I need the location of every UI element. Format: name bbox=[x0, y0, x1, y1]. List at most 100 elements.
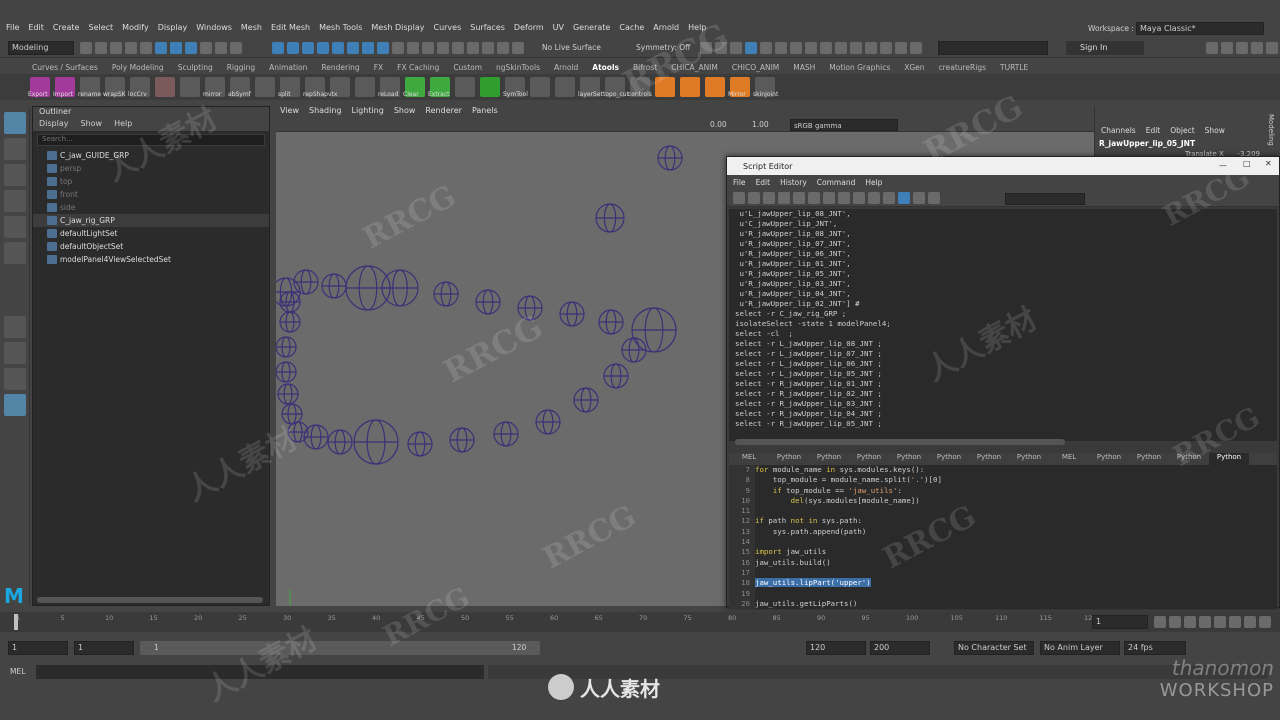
script-menu-file[interactable]: File bbox=[733, 178, 746, 187]
select-hierarchy-icon[interactable] bbox=[155, 42, 167, 54]
shelf-tab-turtle[interactable]: TURTLE bbox=[1000, 63, 1028, 72]
shelf-tab-fx-caching[interactable]: FX Caching bbox=[397, 63, 439, 72]
script-tab-python[interactable]: Python bbox=[1129, 453, 1169, 465]
colorspace-dropdown[interactable]: sRGB gamma bbox=[790, 119, 898, 131]
range-bar[interactable]: 1 120 bbox=[140, 641, 540, 655]
outliner-item-modelpanel4viewselectedset[interactable]: modelPanel4ViewSelectedSet bbox=[33, 253, 269, 266]
viewport-menu-panels[interactable]: Panels bbox=[472, 106, 498, 118]
end-time-field[interactable]: 200 bbox=[870, 641, 930, 655]
shelf-button-export[interactable]: Export bbox=[28, 77, 50, 98]
script-tab-python[interactable]: Python bbox=[849, 453, 889, 465]
single-view-icon[interactable] bbox=[4, 316, 26, 338]
outliner-item-side[interactable]: side bbox=[33, 201, 269, 214]
shelf-tab-rendering[interactable]: Rendering bbox=[321, 63, 359, 72]
shelf-tab-fx[interactable]: FX bbox=[374, 63, 383, 72]
script-history-output[interactable]: u'L_jawUpper_lip_08_JNT', u'C_jawUpper_l… bbox=[729, 209, 1277, 441]
shelf-tab-mash[interactable]: MASH bbox=[793, 63, 815, 72]
channel-menu-edit[interactable]: Edit bbox=[1146, 126, 1161, 135]
snap-grid-icon[interactable] bbox=[200, 42, 212, 54]
shelf-tab-animation[interactable]: Animation bbox=[269, 63, 307, 72]
shelf-button-import[interactable]: Import bbox=[53, 77, 75, 98]
menu-modify[interactable]: Modify bbox=[122, 23, 149, 32]
menu-curves[interactable]: Curves bbox=[433, 23, 461, 32]
time-slider[interactable]: 1 5 10 15 20 25 30 35 40 45 50 55 60 65 70 75 80 85 90 95 10… bbox=[0, 612, 1280, 632]
shelf-button-symtool[interactable]: SymTool bbox=[503, 77, 528, 98]
menu-surfaces[interactable]: Surfaces bbox=[470, 23, 505, 32]
shelf-tab-chica-anim[interactable]: CHICA_ANIM bbox=[671, 63, 718, 72]
outliner-search-input[interactable]: Search... bbox=[37, 134, 265, 146]
viewport-menu-view[interactable]: View bbox=[280, 106, 299, 118]
shelf-button-9[interactable] bbox=[255, 77, 275, 97]
outliner-item-c-jaw-rig-grp[interactable]: C_jaw_rig_GRP bbox=[33, 214, 269, 227]
shelf-tab-rigging[interactable]: Rigging bbox=[227, 63, 255, 72]
outliner-layout-icon[interactable] bbox=[4, 394, 26, 416]
shelf-button-layerset[interactable]: layerSet bbox=[578, 77, 603, 98]
select-component-icon[interactable] bbox=[185, 42, 197, 54]
shelf-tab-atools[interactable]: Atools bbox=[592, 63, 619, 72]
script-tab-python[interactable]: Python bbox=[1209, 453, 1249, 465]
shelf-button-mirror[interactable]: mirror bbox=[203, 77, 225, 98]
script-tab-python[interactable]: Python bbox=[1169, 453, 1209, 465]
script-tab-python[interactable]: Python bbox=[929, 453, 969, 465]
character-set-dropdown[interactable]: No Character Set bbox=[954, 641, 1034, 655]
menu-generate[interactable]: Generate bbox=[573, 23, 610, 32]
shelf-button-clear[interactable]: Clear bbox=[403, 77, 425, 98]
redo-icon[interactable] bbox=[140, 42, 152, 54]
menu-mesh-display[interactable]: Mesh Display bbox=[371, 23, 424, 32]
script-input-editor[interactable]: 7 for module_name in sys.modules.keys(): 8… bbox=[729, 465, 1277, 609]
symmetry-label[interactable]: Symmetry: Off bbox=[636, 43, 690, 52]
menu-help[interactable]: Help bbox=[688, 23, 706, 32]
shelf-tab-custom[interactable]: Custom bbox=[453, 63, 482, 72]
open-scene-icon[interactable] bbox=[95, 42, 107, 54]
rotate-tool-icon[interactable] bbox=[4, 216, 26, 238]
step-back-key-icon[interactable] bbox=[1184, 616, 1196, 628]
shelf-tab-creaturerigs[interactable]: creatureRigs bbox=[939, 63, 986, 72]
paint-select-tool-icon[interactable] bbox=[4, 164, 26, 186]
script-menu-edit[interactable]: Edit bbox=[756, 178, 771, 187]
menu-edit[interactable]: Edit bbox=[28, 23, 44, 32]
shelf-tab-bifrost[interactable]: Bifrost bbox=[633, 63, 657, 72]
shelf-button-27[interactable] bbox=[705, 77, 725, 97]
script-tab-python[interactable]: Python bbox=[769, 453, 809, 465]
step-back-icon[interactable] bbox=[1169, 616, 1181, 628]
outliner-hscrollbar[interactable] bbox=[37, 597, 263, 603]
script-menu-command[interactable]: Command bbox=[817, 178, 856, 187]
shelf-button-25[interactable] bbox=[655, 77, 675, 97]
playback-end-field[interactable]: 120 bbox=[806, 641, 866, 655]
shelf-button-13[interactable] bbox=[355, 77, 375, 97]
shelf-button-mirror[interactable]: Mirror bbox=[728, 77, 750, 98]
outliner-item-c-jaw-guide-grp[interactable]: C_jaw_GUIDE_GRP bbox=[33, 149, 269, 162]
save-scene-icon[interactable] bbox=[110, 42, 122, 54]
script-tab-mel[interactable]: MEL bbox=[1049, 453, 1089, 465]
play-forward-icon[interactable] bbox=[1214, 616, 1226, 628]
select-object-icon[interactable] bbox=[170, 42, 182, 54]
current-frame-field[interactable]: 1 bbox=[1092, 615, 1148, 629]
command-input[interactable] bbox=[36, 665, 484, 679]
menu-select[interactable]: Select bbox=[88, 23, 113, 32]
fps-dropdown[interactable]: 24 fps bbox=[1124, 641, 1186, 655]
shelf-button-topo-cut[interactable]: topo_cut bbox=[603, 77, 629, 98]
shelf-tab-curves-surfaces[interactable]: Curves / Surfaces bbox=[32, 63, 98, 72]
shelf-tab-motion-graphics[interactable]: Motion Graphics bbox=[829, 63, 890, 72]
shelf-button-wrapsk[interactable]: wrapSK bbox=[103, 77, 126, 98]
move-tool-icon[interactable] bbox=[4, 190, 26, 212]
shelf-button-18[interactable] bbox=[480, 77, 500, 97]
script-search-input[interactable] bbox=[1005, 193, 1085, 205]
shelf-tab-ngskintools[interactable]: ngSkinTools bbox=[496, 63, 540, 72]
step-forward-key-icon[interactable] bbox=[1229, 616, 1241, 628]
shelf-button-26[interactable] bbox=[680, 77, 700, 97]
channel-menu-object[interactable]: Object bbox=[1170, 126, 1194, 135]
shelf-button-extract[interactable]: Extract bbox=[428, 77, 450, 98]
outliner-item-persp[interactable]: persp bbox=[33, 162, 269, 175]
select-tool-icon[interactable] bbox=[4, 112, 26, 134]
snap-point-icon[interactable] bbox=[230, 42, 242, 54]
shelf-button-controls[interactable]: controls bbox=[628, 77, 652, 98]
scale-tool-icon[interactable] bbox=[4, 242, 26, 264]
shelf-button-absymf[interactable]: abSymf bbox=[228, 77, 251, 98]
shelf-button-6[interactable] bbox=[180, 77, 200, 97]
quick-input-field[interactable] bbox=[938, 41, 1048, 55]
exposure-value[interactable]: 0.00 bbox=[710, 120, 727, 129]
script-tab-mel[interactable]: MEL bbox=[729, 453, 769, 465]
script-tab-python[interactable]: Python bbox=[1089, 453, 1129, 465]
menu-cache[interactable]: Cache bbox=[619, 23, 644, 32]
